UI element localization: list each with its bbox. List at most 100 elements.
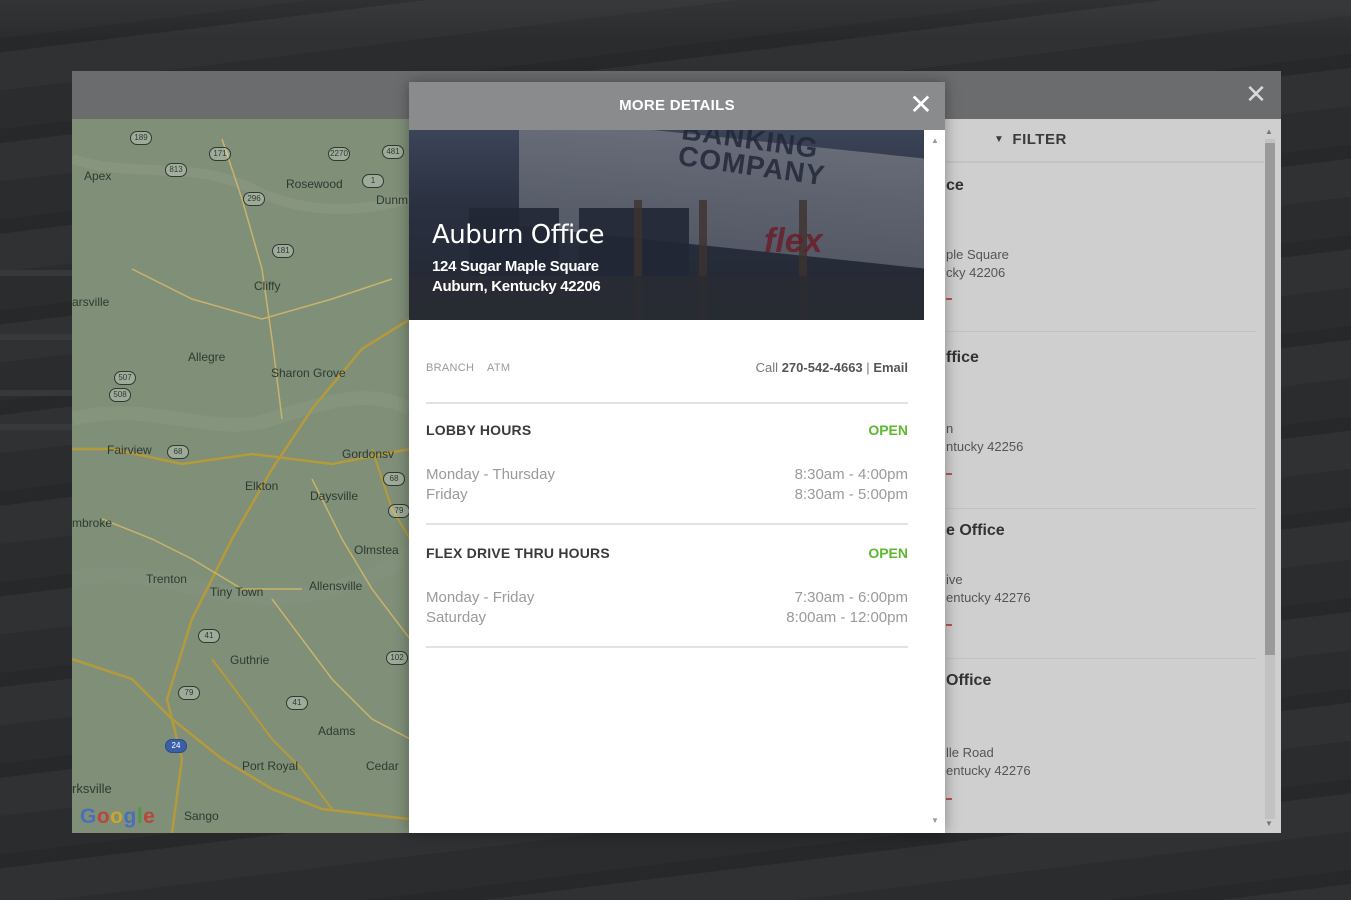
location-city: cky 42206 bbox=[946, 265, 1006, 280]
branch-name: Auburn Office bbox=[432, 220, 605, 250]
route-shield: 79 bbox=[178, 686, 200, 700]
route-shield: 171 bbox=[209, 147, 231, 161]
map-place-label: Cedar bbox=[366, 759, 399, 773]
tag-atm: ATM bbox=[487, 362, 511, 374]
map-place-label: Adams bbox=[318, 724, 356, 738]
hours-time: 7:30am - 6:00pm bbox=[794, 589, 908, 606]
hours-day: Monday - Thursday bbox=[426, 466, 555, 483]
location-address: ive bbox=[946, 572, 963, 587]
route-shield: 189 bbox=[130, 131, 152, 145]
hours-day: Monday - Friday bbox=[426, 589, 535, 606]
location-address: n bbox=[946, 421, 954, 436]
map-place-label: rksville bbox=[72, 781, 112, 796]
route-shield: 41 bbox=[286, 696, 308, 710]
close-icon[interactable]: ✕ bbox=[1243, 81, 1269, 107]
location-city: entucky 42276 bbox=[946, 590, 1031, 605]
list-item[interactable]: Office lle Road entucky 42276 bbox=[946, 672, 1256, 812]
marker-dot bbox=[946, 298, 952, 300]
route-shield: 68 bbox=[383, 472, 405, 486]
location-name: e Office bbox=[946, 522, 1005, 539]
route-shield: 507 bbox=[114, 371, 136, 385]
lobby-hours-title: LOBBY HOURS bbox=[426, 422, 532, 438]
filter-label: FILTER bbox=[1012, 131, 1067, 148]
location-city: ntucky 42256 bbox=[946, 439, 1024, 454]
call-label: Call bbox=[755, 360, 779, 375]
location-city: entucky 42276 bbox=[946, 763, 1031, 778]
route-shield: 102 bbox=[386, 651, 408, 665]
divider bbox=[426, 402, 908, 404]
chevron-down-icon: ▼ bbox=[994, 134, 1005, 145]
scroll-down-icon[interactable]: ▼ bbox=[931, 816, 939, 825]
hours-day: Saturday bbox=[426, 609, 487, 626]
scrollbar-thumb[interactable] bbox=[1265, 143, 1275, 655]
list-scrollbar[interactable]: ▲ ▼ bbox=[1261, 127, 1275, 828]
google-logo: Google bbox=[80, 805, 156, 828]
route-shield: 508 bbox=[109, 388, 131, 402]
details-title: MORE DETAILS bbox=[619, 97, 735, 114]
route-shield: 296 bbox=[243, 192, 265, 206]
map-place-label: Gordonsv bbox=[342, 447, 395, 461]
location-list: ▼ FILTER ce ple Square cky 42206 ffice n … bbox=[946, 119, 1281, 833]
hours-time: 8:30am - 4:00pm bbox=[794, 466, 908, 483]
map-place-label: Cliffy bbox=[254, 279, 281, 293]
drive-thru-status-badge: OPEN bbox=[868, 545, 908, 561]
map-place-label: Sharon Grove bbox=[271, 366, 346, 380]
map-place-label: Sango bbox=[184, 809, 219, 823]
scroll-up-icon[interactable]: ▲ bbox=[931, 136, 939, 145]
hours-day: Friday bbox=[426, 486, 468, 503]
drive-thru-hours-title: FLEX DRIVE THRU HOURS bbox=[426, 545, 610, 561]
branch-address-line2: Auburn, Kentucky 42206 bbox=[432, 278, 601, 295]
marker-dot bbox=[946, 473, 952, 475]
background-fence bbox=[0, 390, 72, 430]
map-place-label: Olmstea bbox=[354, 543, 399, 557]
divider bbox=[946, 161, 1264, 163]
scroll-down-icon[interactable]: ▼ bbox=[1265, 819, 1273, 828]
location-address: ple Square bbox=[946, 247, 1009, 262]
phone-link[interactable]: 270-542-4663 bbox=[782, 360, 863, 375]
details-scrollbar[interactable]: ▲ ▼ bbox=[924, 130, 945, 833]
scroll-up-icon[interactable]: ▲ bbox=[1265, 127, 1273, 136]
map-roads bbox=[72, 138, 410, 833]
map-place-label: Trenton bbox=[146, 572, 187, 586]
map-place-label: arsville bbox=[72, 295, 110, 309]
marker-dot bbox=[946, 624, 952, 626]
contact-separator: | bbox=[866, 360, 870, 375]
route-shield: 1 bbox=[362, 174, 384, 188]
map-place-label: Tiny Town bbox=[210, 585, 264, 599]
map-place-label: Apex bbox=[84, 169, 112, 183]
route-shield: 181 bbox=[272, 244, 294, 258]
list-item[interactable]: e Office ive entucky 42276 bbox=[946, 522, 1256, 659]
contact-info: Call 270-542-4663 | Email bbox=[756, 360, 908, 375]
map-place-label: Guthrie bbox=[230, 653, 270, 667]
location-name: ffice bbox=[946, 349, 979, 366]
map-place-label: mbroke bbox=[72, 516, 113, 530]
details-header: MORE DETAILS ✕ bbox=[409, 82, 945, 130]
route-shield: 79 bbox=[388, 504, 410, 518]
filter-button[interactable]: ▼ FILTER bbox=[994, 131, 1067, 148]
map-place-label: Daysville bbox=[310, 489, 359, 503]
map-place-label: Fairview bbox=[107, 443, 152, 457]
map-place-label: Allensville bbox=[309, 579, 363, 593]
location-address: lle Road bbox=[946, 745, 994, 760]
close-icon[interactable]: ✕ bbox=[909, 91, 933, 119]
list-item[interactable]: ce ple Square cky 42206 bbox=[946, 177, 1256, 332]
divider bbox=[426, 523, 908, 525]
email-link[interactable]: Email bbox=[873, 360, 908, 375]
list-item[interactable]: ffice n ntucky 42256 bbox=[946, 349, 1256, 509]
marker-dot bbox=[946, 798, 952, 800]
hours-time: 8:30am - 5:00pm bbox=[794, 486, 908, 503]
lobby-status-badge: OPEN bbox=[868, 422, 908, 438]
route-shield: 68 bbox=[167, 445, 189, 459]
divider bbox=[426, 646, 908, 648]
route-shield: 813 bbox=[165, 163, 187, 177]
map-place-label: Dunm bbox=[376, 193, 409, 207]
route-shield: 41 bbox=[198, 629, 220, 643]
map-place-label: Port Royal bbox=[242, 759, 299, 773]
location-name: ce bbox=[946, 177, 964, 194]
map[interactable]: Apex Rosewood Dunm Cliffy arsville Alleg… bbox=[72, 119, 410, 833]
map-place-label: Rosewood bbox=[286, 177, 343, 191]
interstate-shield: 24 bbox=[165, 739, 187, 753]
hours-time: 8:00am - 12:00pm bbox=[786, 609, 908, 626]
tag-branch: BRANCH bbox=[426, 362, 475, 374]
map-place-label: Elkton bbox=[245, 479, 279, 493]
